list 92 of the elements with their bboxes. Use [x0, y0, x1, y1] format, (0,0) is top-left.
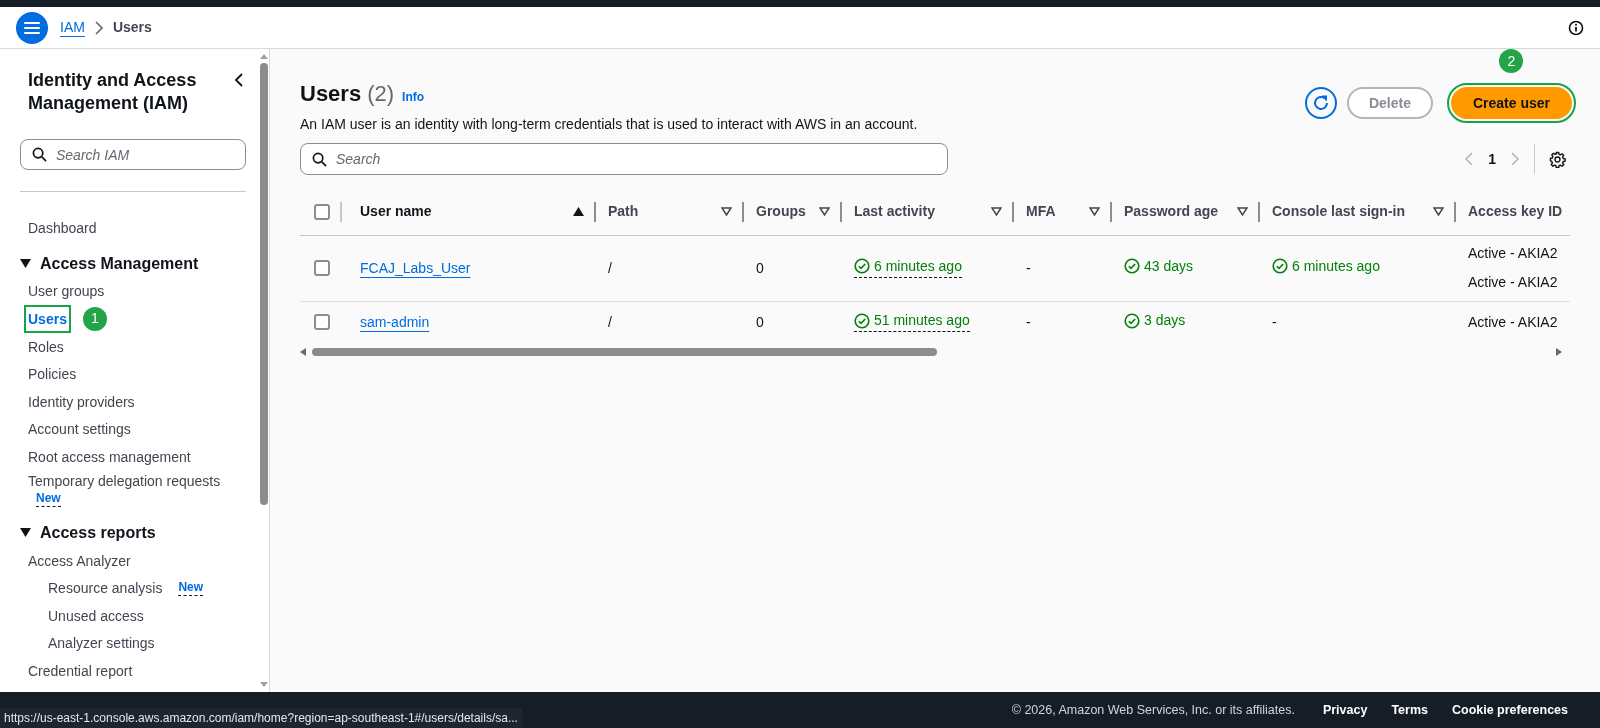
table-cell: 0	[756, 313, 764, 330]
horizontal-scrollbar[interactable]	[312, 348, 937, 356]
chevron-icon	[94, 20, 103, 35]
caret-icon[interactable]	[20, 528, 31, 538]
status-text: 6 minutes ago	[1292, 256, 1380, 276]
sidebar-title: Identity and Access Management (IAM)	[28, 69, 198, 115]
success-icon	[1124, 312, 1140, 329]
nav-item[interactable]: Account settings	[28, 419, 131, 440]
column-header[interactable]: Password age	[1124, 201, 1233, 223]
menu-button[interactable]	[16, 11, 48, 44]
table-cell: -	[1026, 259, 1031, 276]
nav-item[interactable]: Dashboard	[28, 217, 97, 238]
table-cell: 0	[756, 259, 764, 276]
footer-link[interactable]: Cookie preferences	[1451, 700, 1568, 720]
search-icon	[312, 152, 327, 167]
column-header[interactable]: Console last sign-in	[1272, 201, 1429, 223]
section-heading[interactable]: Access reports	[40, 520, 156, 545]
refresh-icon	[1311, 94, 1330, 112]
column-header[interactable]: Path	[608, 201, 717, 223]
footer-link[interactable]: Privacy	[1322, 700, 1368, 720]
new-badge: New	[36, 490, 61, 507]
status-text: 6 minutes ago	[874, 256, 962, 276]
sidebar-search-field[interactable]: Search IAM	[20, 139, 246, 170]
table-cell: -	[1272, 313, 1277, 330]
scroll-right-icon[interactable]	[1556, 348, 1562, 356]
user-name-link[interactable]: FCAJ_Labs_User	[360, 259, 471, 276]
info-icon[interactable]	[1568, 19, 1584, 36]
settings-icon[interactable]	[1549, 150, 1566, 168]
step-marker: 1	[82, 307, 107, 331]
success-icon	[1124, 258, 1140, 275]
new-badge: New	[178, 580, 204, 597]
user-count: (2)	[367, 80, 395, 108]
sort-icon[interactable]	[1237, 207, 1248, 217]
user-name-link[interactable]: sam-admin	[360, 313, 430, 330]
collapse-icon[interactable]	[234, 73, 244, 87]
success-icon	[854, 312, 870, 329]
nav-item[interactable]: Identity providers	[28, 391, 135, 412]
column-header[interactable]: Access key ID	[1468, 201, 1570, 223]
table-cell-text: Active - AKIA2	[1468, 312, 1559, 332]
nav-item[interactable]: User groups	[28, 281, 105, 302]
table-cell-text: Active - AKIA2	[1468, 273, 1559, 292]
status-text: 43 days	[1144, 256, 1194, 276]
nav-item[interactable]: Access Analyzer	[28, 550, 131, 571]
search-field[interactable]: Search	[300, 143, 948, 175]
page-description: An IAM user is an identity with long-term credentials that is used to interact with AWS in an account.	[300, 115, 918, 134]
success-icon	[1272, 258, 1288, 275]
sort-icon[interactable]	[1089, 207, 1100, 217]
nav-item[interactable]: Policies	[28, 364, 77, 385]
scroll-left-icon[interactable]	[300, 348, 306, 356]
info-link[interactable]: Info	[402, 88, 425, 106]
table-cell-text: Active - AKIA2	[1468, 244, 1559, 263]
status-url-tooltip: https://us-east-1.console.aws.amazon.com/iam/home?region=ap-southeast-1#/users/details/sa...	[0, 708, 522, 728]
sidebar-scrollbar[interactable]	[258, 49, 270, 692]
page-title: Users	[300, 80, 362, 108]
nav-item[interactable]: Credential report	[28, 660, 133, 681]
sort-icon[interactable]	[1433, 207, 1444, 217]
step-marker: 2	[1499, 49, 1524, 73]
menu-icon	[24, 20, 40, 35]
table-cell: /	[608, 259, 612, 276]
row-checkbox[interactable]	[314, 314, 330, 331]
sort-icon[interactable]	[721, 207, 732, 217]
column-header[interactable]: Last activity	[854, 201, 987, 223]
refresh-button[interactable]	[1304, 87, 1337, 119]
column-header[interactable]: MFA	[1026, 201, 1085, 223]
table-cell: -	[1026, 313, 1031, 330]
status-text: 3 days	[1144, 311, 1186, 330]
breadcrumb-link[interactable]: Users	[112, 17, 152, 38]
row-checkbox[interactable]	[314, 260, 330, 276]
scroll-up-icon[interactable]	[259, 53, 268, 59]
success-icon	[854, 258, 870, 275]
nav-item[interactable]: Analyzer settings	[48, 633, 155, 654]
section-heading[interactable]: Access Management	[40, 251, 199, 276]
search-icon	[32, 147, 47, 162]
scroll-down-icon[interactable]	[259, 682, 268, 688]
nav-item[interactable]: Resource analysis	[48, 578, 163, 599]
status-text: 51 minutes ago	[874, 311, 970, 330]
select-all-checkbox[interactable]	[314, 203, 330, 220]
breadcrumb-link[interactable]: IAM	[60, 17, 85, 38]
column-header[interactable]: User name	[360, 201, 569, 223]
nav-item[interactable]: Unused access	[48, 605, 144, 626]
nav-item[interactable]: Temporary delegation requests	[28, 470, 221, 491]
page-number[interactable]: 1	[1488, 148, 1496, 170]
sort-icon[interactable]	[991, 207, 1002, 217]
caret-icon[interactable]	[20, 259, 31, 269]
copyright-text: © 2026, Amazon Web Services, Inc. or its affiliates.	[1011, 701, 1295, 719]
column-header[interactable]: Groups	[756, 201, 815, 223]
sorted-ascending-icon[interactable]	[573, 207, 584, 217]
table-cell: /	[608, 313, 612, 330]
sort-icon[interactable]	[819, 207, 830, 217]
nav-item[interactable]: Roles	[28, 336, 64, 357]
nav-item[interactable]: Root access management	[28, 446, 191, 467]
footer-link[interactable]: Terms	[1391, 700, 1428, 720]
